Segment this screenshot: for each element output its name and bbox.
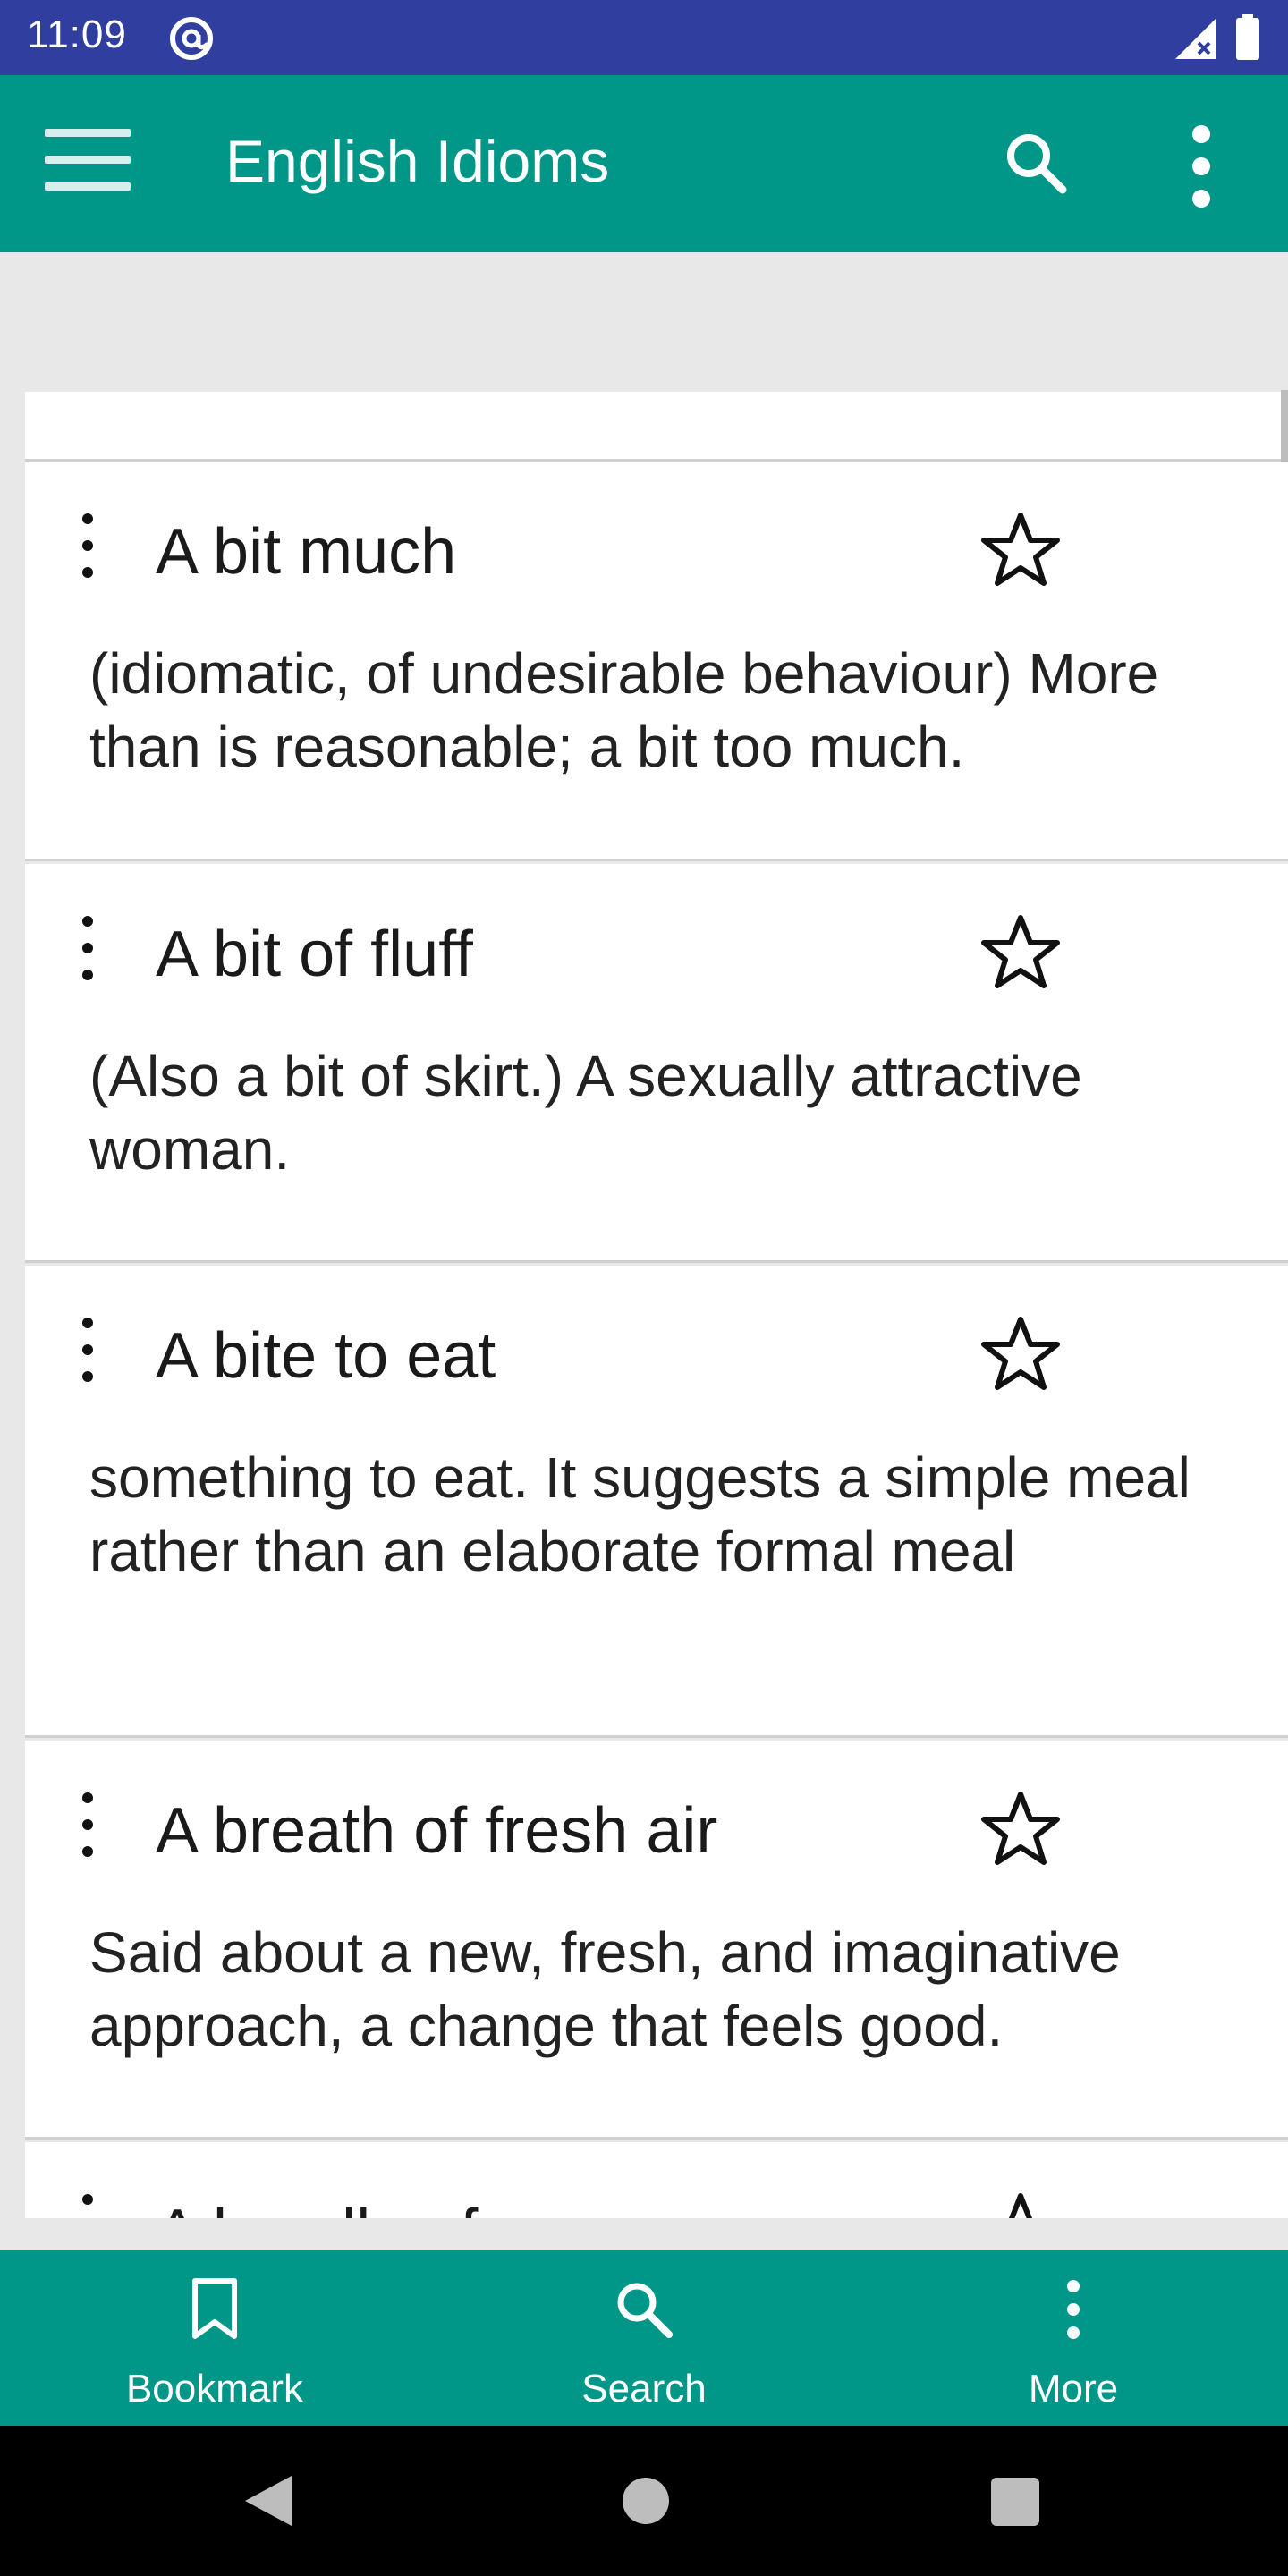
- idiom-card[interactable]: A bite to eat something to eat. It sugge…: [25, 1266, 1288, 1738]
- idiom-description: Said about a new, fresh, and imaginative…: [89, 1920, 1121, 2058]
- nav-bookmark[interactable]: Bookmark: [72, 2250, 358, 2426]
- status-bar: 11:09: [0, 0, 1288, 75]
- hamburger-menu-icon[interactable]: [36, 129, 134, 209]
- battery-icon: [1236, 14, 1259, 60]
- card-menu-icon[interactable]: [79, 513, 97, 583]
- card-menu-icon[interactable]: [79, 916, 97, 986]
- idiom-card[interactable]: A bit of fluff (Also a bit of skirt.) A …: [25, 864, 1288, 1263]
- star-icon[interactable]: [980, 510, 1061, 590]
- idiom-title: A bite to eat: [156, 1320, 496, 1392]
- nav-search-label: Search: [581, 2367, 707, 2411]
- idiom-title: A bit much: [156, 516, 457, 588]
- nav-bookmark-label: Bookmark: [125, 2367, 304, 2411]
- idiom-card[interactable]: A breath of fresh air Said about a new, …: [25, 1741, 1288, 2140]
- nav-more[interactable]: More: [930, 2250, 1216, 2426]
- idiom-card[interactable]: A bit much (idiomatic, of undesirable be…: [25, 462, 1288, 861]
- nav-search[interactable]: Search: [501, 2250, 787, 2426]
- search-icon[interactable]: [1002, 129, 1073, 200]
- list-top-card: [25, 392, 1288, 462]
- nav-more-label: More: [1028, 2367, 1119, 2411]
- idiom-card[interactable]: A bundle of nerves: [25, 2142, 1288, 2218]
- more-vertical-icon: [1067, 2280, 1080, 2339]
- signal-icon: [1175, 18, 1216, 59]
- idiom-description: something to eat. It suggests a simple m…: [89, 1445, 1191, 1583]
- card-menu-icon[interactable]: [79, 1792, 97, 1862]
- search-icon: [617, 2283, 673, 2338]
- star-icon[interactable]: [980, 2190, 1061, 2218]
- star-icon[interactable]: [980, 1789, 1061, 1869]
- bottom-nav: Bookmark Search More: [0, 2250, 1288, 2426]
- app-bar: English Idioms: [0, 75, 1288, 252]
- star-icon[interactable]: [980, 912, 1061, 993]
- idiom-description: (Also a bit of skirt.) A sexually attrac…: [89, 1044, 1082, 1182]
- more-vertical-icon[interactable]: [1182, 125, 1220, 215]
- star-icon[interactable]: [980, 1314, 1061, 1394]
- home-circle-icon[interactable]: [623, 2478, 669, 2524]
- idiom-description: (idiomatic, of undesirable behaviour) Mo…: [89, 641, 1159, 779]
- back-triangle-icon[interactable]: [242, 2472, 295, 2529]
- idiom-list[interactable]: A bit much (idiomatic, of undesirable be…: [0, 376, 1288, 2218]
- card-menu-icon[interactable]: [79, 1318, 97, 1387]
- at-sign-icon: [170, 17, 213, 60]
- idiom-title: A bit of fluff: [156, 919, 473, 990]
- idiom-title: A breath of fresh air: [156, 1795, 718, 1867]
- recents-square-icon[interactable]: [991, 2478, 1039, 2526]
- idiom-title: A bundle of nerves: [156, 2196, 689, 2218]
- system-nav-bar: [0, 2426, 1288, 2576]
- status-time: 11:09: [27, 13, 127, 56]
- bookmark-icon: [192, 2278, 237, 2339]
- card-menu-icon[interactable]: [79, 2194, 97, 2218]
- page-title: English Idioms: [225, 128, 610, 194]
